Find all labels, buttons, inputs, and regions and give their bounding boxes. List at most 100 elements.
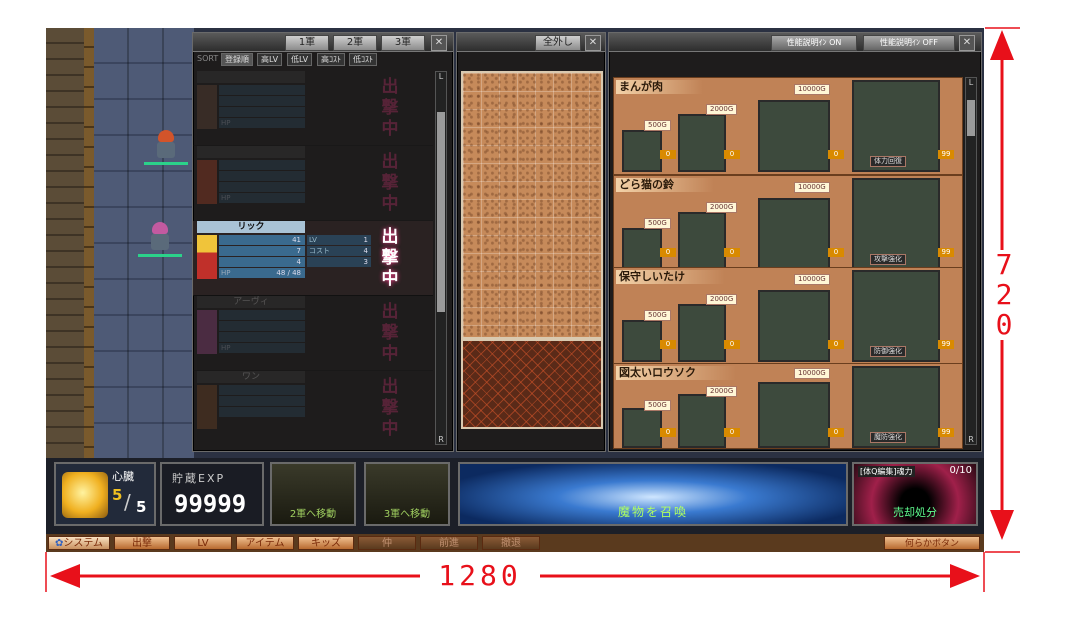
- units-panel-titlebar: 1軍 2軍 3軍 ✕: [193, 33, 453, 52]
- height-dimension-label: 720: [995, 248, 1013, 341]
- stored-exp-value: 99999: [174, 490, 247, 518]
- item-slot-1[interactable]: [622, 130, 662, 172]
- menu-sortie-button[interactable]: 出撃: [114, 536, 170, 550]
- unequip-all-button[interactable]: 全外し: [535, 35, 581, 51]
- character-stats: HP: [219, 310, 305, 354]
- close-icon[interactable]: ✕: [585, 35, 601, 51]
- sell-box[interactable]: [体Q編集]魂力 0/10 売却処分: [852, 462, 978, 526]
- sortie-status: 出撃中: [381, 302, 399, 364]
- item-cost: 2000G: [706, 104, 738, 115]
- character-portrait: [197, 310, 217, 354]
- equip-grid[interactable]: [461, 71, 603, 339]
- menu-dark-button-1[interactable]: 仲: [358, 536, 416, 550]
- menu-advance-button[interactable]: 前進: [420, 536, 478, 550]
- character-name: アーヴィ: [197, 296, 305, 308]
- menu-lv-button[interactable]: LV: [174, 536, 232, 550]
- tab-army-3[interactable]: 3軍: [381, 35, 425, 51]
- sort-option-registered[interactable]: 登録順: [221, 53, 253, 66]
- item-level: 99: [938, 150, 954, 159]
- character-lv-cost: LV 1 コスト 4 3: [307, 235, 371, 268]
- item-cost: 500G: [644, 310, 671, 321]
- item-slot-2[interactable]: [678, 394, 726, 448]
- character-name: ワン: [197, 371, 305, 383]
- item-cost: 500G: [644, 120, 671, 131]
- item-slot-1[interactable]: [622, 408, 662, 448]
- close-icon[interactable]: ✕: [959, 35, 975, 51]
- item-slot-3[interactable]: [758, 290, 830, 362]
- sort-option-high-cost[interactable]: 高ｺｽﾄ: [317, 53, 345, 66]
- item-card[interactable]: どら猫の鈴 500G 2000G 10000G 攻撃強化 0 0 0 99: [613, 175, 963, 273]
- item-slot-1[interactable]: [622, 228, 662, 270]
- item-slot-3[interactable]: [758, 100, 830, 172]
- item-effect: 体力回復: [870, 156, 906, 167]
- menu-kids-button[interactable]: キッズ: [298, 536, 354, 550]
- menu-item-button[interactable]: アイテム: [236, 536, 294, 550]
- system-button[interactable]: ✿システム: [48, 536, 110, 550]
- stored-exp-label: 貯蔵EXP: [172, 472, 226, 485]
- item-level: 0: [828, 248, 844, 257]
- character-card[interactable]: ワン 出撃中: [193, 371, 433, 445]
- item-slot-3[interactable]: [758, 198, 830, 270]
- width-dimension-label: 1280: [420, 560, 540, 592]
- character-card[interactable]: HP 出撃中: [193, 71, 433, 146]
- item-level: 0: [724, 428, 740, 437]
- summon-monster-button[interactable]: 魔物を召喚: [458, 462, 848, 526]
- character-stats: [219, 385, 305, 418]
- item-cost: 10000G: [794, 274, 830, 285]
- toggle-info-on[interactable]: 性能説明ｲﾝ ON: [771, 35, 857, 51]
- toggle-info-off[interactable]: 性能説明ｲﾝ OFF: [863, 35, 955, 51]
- item-card[interactable]: 保守しいたけ 500G 2000G 10000G 防御強化 0 0 0 99: [613, 267, 963, 365]
- character-stats: 41 7 4 HP 48 / 48: [219, 235, 305, 279]
- field-unit-2[interactable]: [138, 220, 182, 257]
- units-panel: 1軍 2軍 3軍 ✕ SORT 登録順 高LV 低LV 高ｺｽﾄ 低ｺｽﾄ HP…: [192, 32, 454, 452]
- menu-right-button[interactable]: 何らかボタン: [884, 536, 980, 550]
- item-cost: 500G: [644, 218, 671, 229]
- move-to-army-3-button[interactable]: 3軍へ移動: [364, 462, 450, 526]
- item-cost: 10000G: [794, 84, 830, 95]
- character-card[interactable]: HP 出撃中: [193, 146, 433, 221]
- item-cost: 500G: [644, 400, 671, 411]
- sort-option-high-lv[interactable]: 高LV: [257, 53, 283, 66]
- items-scrollbar[interactable]: L R: [965, 77, 977, 445]
- scroll-top-label: L: [968, 78, 974, 87]
- menu-retreat-button[interactable]: 撤退: [482, 536, 540, 550]
- field-unit-1[interactable]: [144, 128, 188, 165]
- item-level: 0: [660, 248, 676, 257]
- item-card[interactable]: まんが肉 500G 2000G 10000G 体力回復 0 0 0 99: [613, 77, 963, 175]
- sell-box-title: [体Q編集]魂力: [858, 466, 915, 477]
- item-slot-2[interactable]: [678, 114, 726, 172]
- item-card[interactable]: 図太いロウソク 500G 2000G 10000G 魔防強化 0 0 0 99: [613, 363, 963, 449]
- scroll-thumb[interactable]: [967, 100, 975, 136]
- units-scrollbar[interactable]: L R: [435, 71, 447, 445]
- system-label: システム: [63, 538, 104, 549]
- item-level: 0: [660, 340, 676, 349]
- net-grid-area[interactable]: [461, 339, 603, 429]
- scroll-bottom-label: R: [968, 435, 974, 444]
- item-slot-2[interactable]: [678, 304, 726, 362]
- tab-army-2[interactable]: 2軍: [333, 35, 377, 51]
- sell-box-count: 0/10: [949, 465, 972, 476]
- heart-icon: [62, 472, 108, 518]
- item-slot-2[interactable]: [678, 212, 726, 270]
- scroll-thumb[interactable]: [437, 112, 445, 312]
- character-card-selected[interactable]: リック 41 7 4 HP 48 / 48 LV 1 コスト 4 3 出撃中: [193, 221, 433, 296]
- move-to-army-3-label: 3軍へ移動: [383, 509, 431, 520]
- items-panel: 性能説明ｲﾝ ON 性能説明ｲﾝ OFF ✕ まんが肉 500G 2000G 1…: [608, 32, 982, 452]
- sort-option-low-lv[interactable]: 低LV: [287, 53, 313, 66]
- sort-option-low-cost[interactable]: 低ｺｽﾄ: [349, 53, 377, 66]
- item-slot-3[interactable]: [758, 382, 830, 448]
- item-level: 0: [724, 150, 740, 159]
- character-card[interactable]: アーヴィ HP 出撃中: [193, 296, 433, 371]
- close-icon[interactable]: ✕: [431, 35, 447, 51]
- sortie-status: 出撃中: [381, 377, 399, 439]
- tab-army-1[interactable]: 1軍: [285, 35, 329, 51]
- move-to-army-2-button[interactable]: 2軍へ移動: [270, 462, 356, 526]
- sortie-status: 出撃中: [381, 152, 399, 214]
- item-slot-1[interactable]: [622, 320, 662, 362]
- sell-button-label: 売却処分: [893, 506, 937, 519]
- item-name: 図太いロウソク: [616, 366, 736, 380]
- items-panel-titlebar: 性能説明ｲﾝ ON 性能説明ｲﾝ OFF ✕: [609, 33, 981, 52]
- summon-monster-label: 魔物を召喚: [617, 505, 688, 519]
- character-stats: HP: [219, 85, 305, 129]
- stored-exp-box: 貯蔵EXP 99999: [160, 462, 264, 526]
